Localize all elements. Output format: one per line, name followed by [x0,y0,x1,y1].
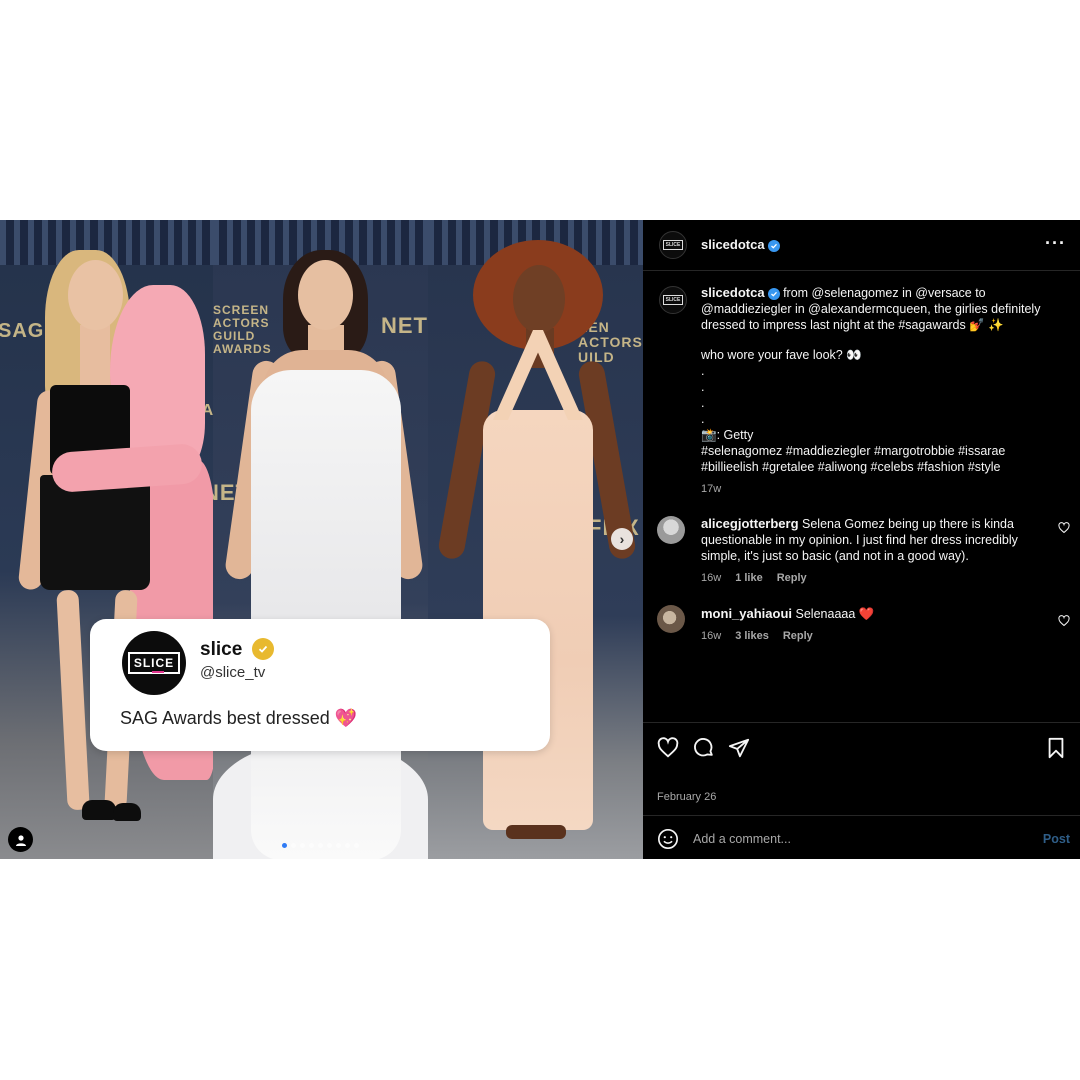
comment-meta: 16w 1 like Reply [701,570,1041,586]
user-tag-icon[interactable] [8,827,33,852]
tweet-author-handle: @slice_tv [200,664,266,681]
emoji-icon[interactable] [657,828,679,855]
author-name-row: slicedotca [701,236,780,254]
post-media-carousel[interactable]: SAG·A SA·AF SCREEN ACTORS GUILD AW [0,220,643,859]
caption-credit: 📸: Getty [701,428,754,442]
carousel-dot[interactable] [318,843,323,848]
caption-dot: . [701,412,705,426]
caption-username[interactable]: slicedotca [701,285,765,300]
post-comment-button[interactable]: Post [1043,832,1070,846]
like-comment-heart-icon[interactable] [1058,521,1070,539]
commenter-avatar[interactable] [657,605,685,633]
photo-panel-1: SAG·A SA·AF [0,220,213,859]
comment-body: alicegjotterberg Selena Gomez being up t… [701,516,1041,586]
comment-body: moni_yahiaoui Selenaaaa ❤️ 16w 3 likes Rep… [701,606,1041,644]
comment-bubble-icon[interactable] [693,737,715,764]
comment-age: 16w [701,630,722,642]
comment-age: 16w [701,572,722,584]
commenter-avatar[interactable] [657,516,685,544]
verified-icon [767,240,780,252]
share-send-icon[interactable] [728,737,750,764]
slice-logo: SLICE [127,652,181,674]
carousel-next-button[interactable]: › [611,528,633,550]
comment-likes[interactable]: 1 like [735,572,763,584]
carousel-dot[interactable] [327,843,332,848]
carousel-dot[interactable] [282,843,287,848]
slice-tv-avatar: SLICE [122,631,186,695]
comment-input[interactable]: Add a comment... [693,832,791,846]
save-bookmark-icon[interactable] [1046,737,1066,764]
like-heart-icon[interactable] [657,737,679,764]
carousel-dot[interactable] [309,843,314,848]
comment-reply-button[interactable]: Reply [777,572,807,584]
backdrop-text: NET [381,313,428,338]
comment-likes[interactable]: 3 likes [735,630,769,642]
post-header: SLICE slicedotca ··· [643,220,1080,271]
add-comment-bar: Add a comment... Post [643,815,1080,860]
comment-reply-button[interactable]: Reply [783,630,813,642]
comment-text: Selenaaaa ❤️ [795,607,875,621]
caption-dot: . [701,364,705,378]
more-options-icon[interactable]: ··· [1045,233,1066,254]
carousel-dot[interactable] [354,843,359,848]
author-username[interactable]: slicedotca [701,237,765,252]
carousel-dot[interactable] [336,843,341,848]
caption-dot: . [701,380,705,394]
instagram-post: SAG·A SA·AF SCREEN ACTORS GUILD AW [0,220,1080,859]
author-avatar[interactable]: SLICE [659,231,687,259]
tweet-author-name: slice [200,639,243,660]
caption-author-avatar[interactable]: SLICE [659,286,687,314]
tweet-text: SAG Awards best dressed 💖 [120,708,358,728]
caption-age: 17w [701,483,722,495]
carousel-dot[interactable] [300,843,305,848]
post-sidebar: SLICE slicedotca ··· SLICE slicedotca fr… [643,220,1080,859]
like-comment-heart-icon[interactable] [1058,614,1070,632]
caption-hashtags[interactable]: #selenagomez #maddieziegler #margotrobbi… [701,443,1056,475]
caption-dot: . [701,396,705,410]
verified-badge-icon [252,638,274,660]
caption-question: who wore your fave look? 👀 [701,348,862,362]
comment-meta: 16w 3 likes Reply [701,628,1041,644]
commenter-username[interactable]: alicegjotterberg [701,516,799,531]
backdrop-text: SCREEN ACTORS GUILD AWARDS [213,303,272,356]
verified-icon [767,288,780,300]
photo-panel-2: SCREEN ACTORS GUILD AWARDS NET NETFLIX [213,220,428,859]
carousel-dots [282,843,359,848]
commenter-username[interactable]: moni_yahiaoui [701,606,792,621]
carousel-dot[interactable] [345,843,350,848]
carousel-dot[interactable] [291,843,296,848]
post-caption: slicedotca from @selenagomez in @versace… [701,285,1056,497]
post-date: February 26 [657,791,717,803]
tweet-card-overlay: SLICE slice @slice_tv SAG Awards best dr… [90,619,550,751]
